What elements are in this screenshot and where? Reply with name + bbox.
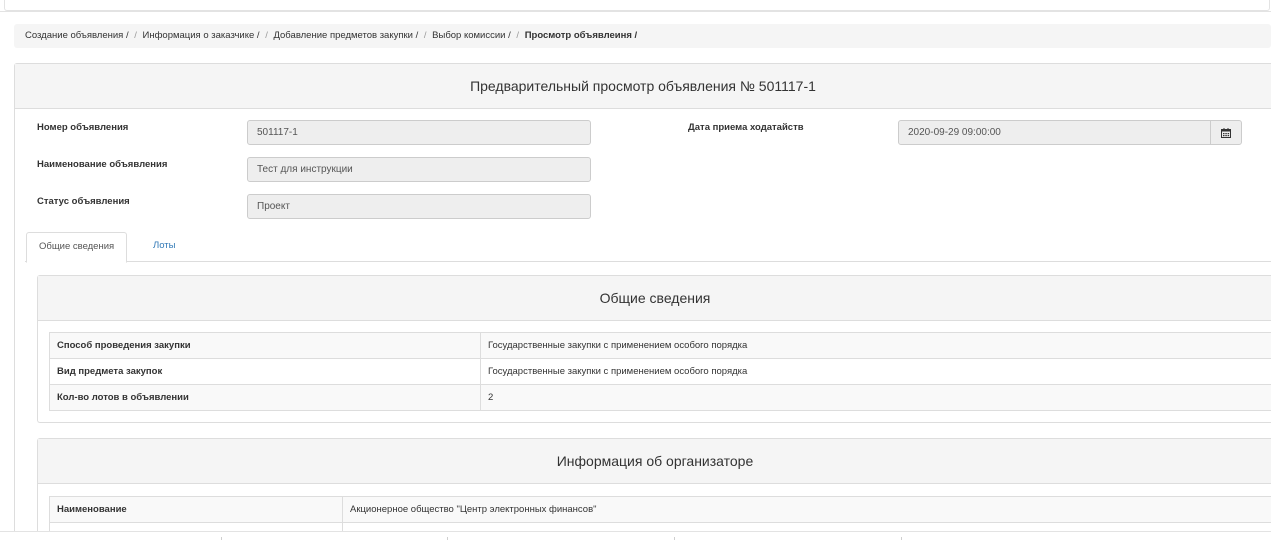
table-value: Акционерное общество "Центр электронных … [342, 496, 1271, 523]
breadcrumb: Создание объявления / / Информация о зак… [14, 24, 1271, 48]
announcement-panel: Предварительный просмотр объявления № 50… [14, 63, 1271, 540]
general-info-table: Способ проведения закупки Государственны… [49, 332, 1271, 411]
breadcrumb-separator: / [131, 30, 140, 41]
table-key: Способ проведения закупки [49, 332, 481, 359]
table-row: Кол-во лотов в объявлении 2 [49, 384, 1271, 411]
breadcrumb-separator: / [513, 30, 522, 41]
table-value: 2 [480, 384, 1271, 411]
tab-bar: Общие сведения Лоты [25, 232, 1271, 263]
bottom-bar [0, 531, 1271, 540]
calendar-button[interactable] [1210, 120, 1242, 145]
breadcrumb-item-subjects[interactable]: Добавление предметов закупки / [273, 30, 418, 41]
status-field[interactable]: Проект [247, 194, 591, 219]
table-row: Наименование Акционерное общество "Центр… [49, 496, 1271, 523]
name-field[interactable]: Тест для инструкции [247, 157, 591, 182]
table-row: Способ проведения закупки Государственны… [49, 332, 1271, 359]
date-label: Дата приема ходатайств [688, 122, 804, 133]
general-info-title: Общие сведения [38, 276, 1271, 321]
breadcrumb-item-commission[interactable]: Выбор комиссии / [432, 30, 511, 41]
breadcrumb-separator: / [262, 30, 271, 41]
breadcrumb-item-customer[interactable]: Информация о заказчике / [143, 30, 260, 41]
number-field[interactable]: 501117-1 [247, 120, 591, 145]
date-field[interactable]: 2020-09-29 09:00:00 [898, 120, 1211, 145]
table-value: Государственные закупки с применением ос… [480, 358, 1271, 385]
tab-general[interactable]: Общие сведения [26, 232, 128, 263]
tab-lots[interactable]: Лоты [141, 232, 188, 262]
name-label: Наименование объявления [37, 159, 168, 170]
page-title: Предварительный просмотр объявления № 50… [15, 64, 1271, 109]
table-key: Наименование [49, 496, 343, 523]
table-key: Кол-во лотов в объявлении [49, 384, 481, 411]
table-key: Вид предмета закупок [49, 358, 481, 385]
table-value: Государственные закупки с применением ос… [480, 332, 1271, 359]
breadcrumb-item-preview: Просмотр объявлеиня / [524, 30, 638, 41]
top-navbar [0, 0, 1271, 12]
general-info-panel: Общие сведения Способ проведения закупки… [37, 275, 1271, 423]
organizer-info-title: Информация об организаторе [38, 439, 1271, 484]
organizer-info-panel: Информация об организаторе Наименование … [37, 438, 1271, 540]
top-navbar-frame [4, 0, 1270, 11]
table-row: Вид предмета закупок Государственные зак… [49, 358, 1271, 385]
number-label: Номер объявления [37, 122, 129, 133]
status-label: Статус объявления [37, 196, 130, 207]
calendar-icon [1221, 127, 1231, 138]
breadcrumb-separator: / [421, 30, 430, 41]
breadcrumb-item-create[interactable]: Создание объявления / [25, 30, 129, 41]
